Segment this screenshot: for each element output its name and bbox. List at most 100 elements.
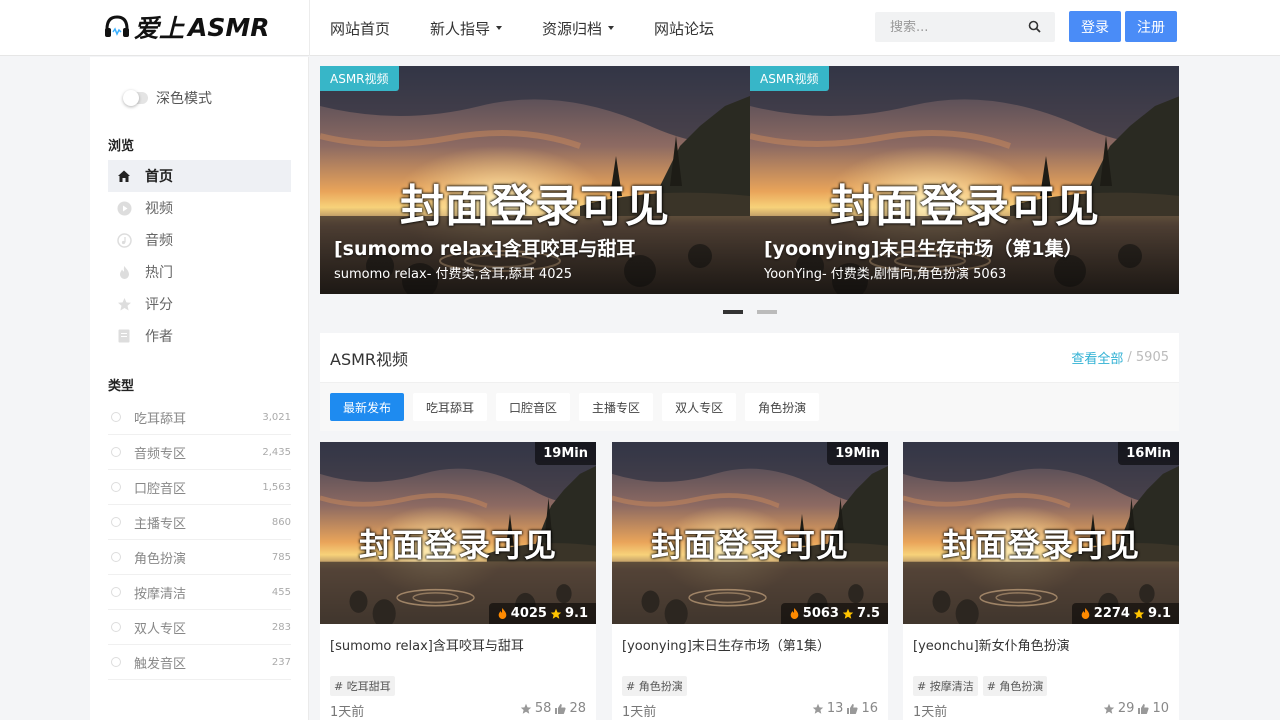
carousel-slide[interactable]: ASMR视频 封面登录可见 [yoonying]末日生存市场（第1集） Yoon… [750,66,1179,294]
browse-title: 浏览 [108,139,135,154]
category-item[interactable]: 触发音区 237 [108,645,291,680]
slide-title[interactable]: [sumomo relax]含耳咬耳与甜耳 [334,234,635,261]
view-all-count: / 5905 [1127,350,1169,365]
nav-archive[interactable]: 资源归档 [542,18,615,39]
heat-count: 5063 [802,606,839,621]
stats-badge: 5063 7.5 [780,603,888,624]
nav-home-label: 网站首页 [330,19,391,38]
headphones-icon [105,15,129,37]
category-item[interactable]: 角色扮演 785 [108,540,291,575]
category-badge[interactable]: ASMR视频 [320,66,399,91]
card-tags: # 吃耳甜耳 [330,676,395,696]
category-count: 455 [271,586,291,598]
home-icon [116,168,132,184]
category-item[interactable]: 按摩清洁 455 [108,575,291,610]
video-thumbnail[interactable]: 16Min 封面登录可见 2274 9.1 [903,442,1179,624]
nav-forum[interactable]: 网站论坛 [654,18,714,39]
filter-mouth-sounds[interactable]: 口腔音区 [496,393,571,421]
chevron-down-icon [608,26,615,30]
register-button[interactable]: 注册 [1125,11,1177,42]
sidebar-item-audio[interactable]: 音频 [108,224,291,256]
video-thumbnail[interactable]: 19Min 封面登录可见 5063 7.5 [612,442,888,624]
fire-icon [790,608,799,619]
star-count: 13 [826,701,844,716]
toggle-switch[interactable] [123,90,148,106]
circle-icon [111,657,121,667]
sidebar-item-hot[interactable]: 热门 [108,256,291,288]
search-input[interactable] [875,19,1015,35]
circle-icon [111,552,121,562]
slide-title[interactable]: [yoonying]末日生存市场（第1集） [764,234,1083,261]
card-title[interactable]: [yoonying]末日生存市场（第1集） [622,635,830,654]
video-card[interactable]: 19Min 封面登录可见 4025 9.1 [sumomo relax]含耳咬耳… [320,442,596,720]
circle-icon [111,482,121,492]
category-count: 283 [271,621,291,633]
circle-icon [111,587,121,597]
category-item[interactable]: 口腔音区 1,563 [108,470,291,505]
dark-mode-label: 深色模式 [156,91,212,107]
carousel-dot[interactable] [723,310,743,314]
score-value: 9.1 [1147,606,1171,621]
category-count: 2,435 [262,446,291,458]
search-icon[interactable] [1028,20,1041,33]
duration-badge: 19Min [827,442,888,465]
category-badge[interactable]: ASMR视频 [750,66,829,91]
circle-icon [111,447,121,457]
cover-placeholder-text: 封面登录可见 [941,526,1140,564]
login-button[interactable]: 登录 [1069,11,1121,42]
video-thumbnail[interactable]: 19Min 封面登录可见 4025 9.1 [320,442,596,624]
card-title[interactable]: [sumomo relax]含耳咬耳与甜耳 [330,635,524,654]
sidebar-item-video[interactable]: 视频 [108,192,291,224]
filter-streamers[interactable]: 主播专区 [579,393,654,421]
thumbs-up-icon [1138,703,1150,714]
top-header: 爱上 ASMR 网站首页 新人指导 资源归档 网站论坛 登录 注册 [0,0,1280,56]
filter-duo[interactable]: 双人专区 [662,393,737,421]
star-count: 58 [534,701,552,716]
dark-mode-toggle[interactable]: 深色模式 [123,88,212,108]
cover-placeholder-text: 封面登录可见 [400,181,670,232]
category-item[interactable]: 吃耳舔耳 3,021 [108,400,291,435]
tag[interactable]: # 角色扮演 [982,676,1048,696]
category-count: 860 [271,516,291,528]
circle-icon [111,622,121,632]
view-all-link[interactable]: 查看全部 [1071,348,1123,367]
category-label: 触发音区 [134,656,187,672]
score-value: 9.1 [564,606,588,621]
category-item[interactable]: 音频专区 2,435 [108,435,291,470]
sidebar-item-author[interactable]: 作者 [108,320,291,352]
star-icon [550,608,562,619]
carousel-slide[interactable]: ASMR视频 封面登录可见 [sumomo relax]含耳咬耳与甜耳 sumo… [320,66,750,294]
card-title[interactable]: [yeonchu]新女仆角色扮演 [913,635,1070,654]
card-meta: 29 10 [1103,701,1169,716]
filter-roleplay[interactable]: 角色扮演 [745,393,820,421]
circle-icon [111,412,121,422]
card-meta: 58 28 [520,701,586,716]
category-item[interactable]: 主播专区 860 [108,505,291,540]
section-title: ASMR视频 [330,349,409,369]
thumbs-up-icon [847,703,859,714]
nav-forum-label: 网站论坛 [654,19,715,38]
video-card[interactable]: 16Min 封面登录可见 2274 9.1 [yeonchu]新女仆角色扮演 #… [903,442,1179,720]
category-count: 1,563 [262,481,291,493]
sidebar-item-rating[interactable]: 评分 [108,288,291,320]
site-logo[interactable]: 爱上 ASMR [104,10,270,44]
carousel-dot[interactable] [757,310,777,314]
nav-newbie-guide[interactable]: 新人指导 [430,18,503,39]
card-tags: # 角色扮演 [622,676,687,696]
nav-home[interactable]: 网站首页 [330,18,390,39]
tag[interactable]: # 吃耳甜耳 [330,676,395,696]
sidebar-item-rating-label: 评分 [145,297,173,313]
category-item[interactable]: 双人专区 283 [108,610,291,645]
star-icon [116,296,132,312]
main-nav: 网站首页 新人指导 资源归档 网站论坛 [330,0,754,56]
filter-ear-eating[interactable]: 吃耳舔耳 [413,393,488,421]
sidebar-item-hot-label: 热门 [145,265,173,281]
filter-latest[interactable]: 最新发布 [330,393,405,421]
tag[interactable]: # 按摩清洁 [913,676,978,696]
slide-subtitle: sumomo relax- 付费类,含耳,舔耳 4025 [334,267,573,282]
star-icon [812,703,824,714]
category-count: 237 [271,656,291,668]
sidebar-item-home[interactable]: 首页 [108,160,291,192]
tag[interactable]: # 角色扮演 [622,676,687,696]
video-card[interactable]: 19Min 封面登录可见 5063 7.5 [yoonying]末日生存市场（第… [612,442,888,720]
